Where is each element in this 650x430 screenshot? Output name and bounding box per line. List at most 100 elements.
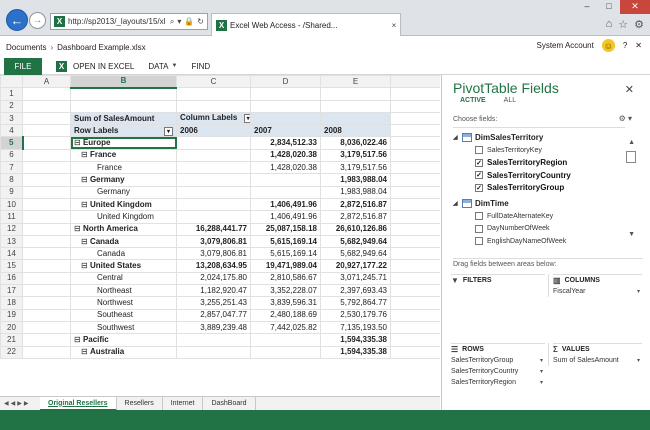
value-cell[interactable]: 1,428,020.38: [250, 148, 321, 163]
collapse-icon[interactable]: ⊟: [74, 224, 83, 233]
cell[interactable]: [390, 87, 440, 101]
field-group[interactable]: ◢ DimSalesTerritory: [453, 131, 625, 144]
refresh-icon[interactable]: ↻: [197, 17, 204, 27]
filters-area[interactable]: ▼ FILTERS: [451, 274, 545, 286]
rows-area[interactable]: ☰ ROWS SalesTerritoryGroup ▾ SalesTerritor…: [451, 343, 545, 388]
value-cell[interactable]: [250, 185, 321, 199]
cell[interactable]: [390, 136, 440, 150]
breadcrumb-documents[interactable]: Documents: [6, 43, 46, 52]
value-cell[interactable]: 1,983,988.04: [320, 173, 391, 187]
maximize-icon[interactable]: □: [598, 0, 620, 14]
value-cell[interactable]: 3,839,596.31: [250, 296, 321, 310]
cell[interactable]: [390, 271, 440, 286]
value-cell[interactable]: 3,255,251.43: [176, 296, 251, 310]
field-group[interactable]: ◢ DimTime: [453, 197, 625, 210]
cell[interactable]: [390, 185, 440, 199]
collapse-icon[interactable]: ⊟: [81, 237, 90, 246]
cell[interactable]: [22, 148, 71, 163]
row-number[interactable]: 7: [0, 161, 23, 175]
field-checkbox[interactable]: [475, 237, 483, 246]
column-header[interactable]: B: [70, 75, 177, 89]
cell[interactable]: [390, 296, 440, 310]
field-item[interactable]: DayNumberOfWeek: [453, 223, 625, 236]
cell[interactable]: [390, 99, 440, 113]
value-cell[interactable]: 3,889,239.48: [176, 320, 251, 335]
value-cell[interactable]: 5,615,169.14: [250, 234, 321, 249]
cell[interactable]: [320, 99, 391, 113]
value-cell[interactable]: 1,594,335.38: [320, 345, 391, 359]
value-cell[interactable]: 3,079,806.81: [176, 247, 251, 261]
field-item[interactable]: ✓ SalesTerritoryCountry: [453, 169, 625, 182]
cell[interactable]: [390, 111, 440, 126]
user-name[interactable]: System Account: [536, 41, 593, 50]
row-number[interactable]: 17: [0, 284, 23, 298]
area-field-item[interactable]: SalesTerritoryGroup ▾: [451, 355, 545, 366]
cell[interactable]: [390, 210, 440, 224]
browser-tab[interactable]: X Excel Web Access - /Shared... ×: [211, 13, 401, 36]
value-cell[interactable]: 2,872,516.87: [320, 210, 391, 224]
cell[interactable]: [390, 284, 440, 298]
pivot-row-label[interactable]: ⊟ Canada: [70, 234, 177, 249]
sheet-tab-resellers[interactable]: Resellers: [117, 396, 163, 411]
cell[interactable]: [22, 271, 71, 286]
sheet-tab-internet[interactable]: Internet: [163, 396, 204, 411]
close-icon[interactable]: ✕: [635, 41, 642, 50]
settings-gear-icon[interactable]: ⚙: [634, 18, 644, 31]
find-button[interactable]: FIND: [191, 62, 210, 71]
value-cell[interactable]: 7,135,193.50: [320, 320, 391, 335]
search-icon[interactable]: ⌕: [170, 17, 174, 27]
row-number[interactable]: 12: [0, 222, 23, 236]
year-header[interactable]: 2007: [250, 124, 321, 138]
scrollbar-thumb[interactable]: [626, 151, 636, 163]
field-checkbox[interactable]: ✓: [475, 158, 483, 167]
value-cell[interactable]: 3,352,228.07: [250, 284, 321, 298]
value-cell[interactable]: [176, 210, 251, 224]
row-number[interactable]: 6: [0, 148, 23, 163]
field-item[interactable]: ✓ SalesTerritoryRegion: [453, 157, 625, 170]
field-item[interactable]: SalesTerritoryKey: [453, 144, 625, 157]
field-checkbox[interactable]: [475, 224, 483, 233]
value-cell[interactable]: [250, 173, 321, 187]
value-cell[interactable]: 1,428,020.38: [250, 161, 321, 175]
cell[interactable]: [22, 124, 71, 138]
cell[interactable]: [22, 99, 71, 113]
pivot-row-label[interactable]: Germany: [70, 185, 177, 199]
cell[interactable]: [390, 124, 440, 138]
pivot-row-label[interactable]: ⊟ Pacific: [70, 333, 177, 347]
cell[interactable]: [390, 161, 440, 175]
chevron-down-icon[interactable]: ▾: [540, 379, 545, 386]
pivot-column-labels[interactable]: Column Labels ▾: [176, 111, 251, 126]
field-checkbox[interactable]: [475, 212, 483, 221]
sheet-tab-original-resellers[interactable]: Original Resellers: [40, 396, 117, 411]
value-cell[interactable]: 26,610,126.86: [320, 222, 391, 236]
value-cell[interactable]: 13,208,634.95: [176, 259, 251, 273]
value-cell[interactable]: [176, 161, 251, 175]
value-cell[interactable]: 1,182,920.47: [176, 284, 251, 298]
value-cell[interactable]: 5,682,949.64: [320, 247, 391, 261]
first-sheet-icon[interactable]: ◀: [4, 400, 9, 407]
column-header[interactable]: D: [250, 75, 321, 89]
row-number[interactable]: 11: [0, 210, 23, 224]
value-cell[interactable]: 2,024,175.80: [176, 271, 251, 286]
row-number[interactable]: 9: [0, 185, 23, 199]
pivot-row-label[interactable]: Canada: [70, 247, 177, 261]
cell[interactable]: [390, 148, 440, 163]
cell[interactable]: [70, 87, 177, 101]
pivot-row-label[interactable]: ⊟ North America: [70, 222, 177, 236]
row-number[interactable]: 13: [0, 234, 23, 249]
address-bar[interactable]: X http://sp2013/_layouts/15/xl ⌕ ▾ 🔒 ↻: [50, 13, 208, 30]
pivot-row-label[interactable]: ⊟ Australia: [70, 345, 177, 359]
cell[interactable]: [22, 234, 71, 249]
expand-triangle-icon[interactable]: ◢: [453, 200, 462, 207]
cell[interactable]: [390, 222, 440, 236]
expand-triangle-icon[interactable]: ◢: [453, 134, 462, 141]
value-cell[interactable]: 5,615,169.14: [250, 247, 321, 261]
field-checkbox[interactable]: ✓: [475, 171, 483, 180]
cell[interactable]: [22, 161, 71, 175]
row-number[interactable]: 2: [0, 99, 23, 113]
column-header-empty[interactable]: [390, 75, 440, 89]
field-item[interactable]: FullDateAlternateKey: [453, 210, 625, 223]
collapse-icon[interactable]: ⊟: [74, 335, 83, 344]
column-header[interactable]: C: [176, 75, 251, 89]
columns-area[interactable]: ▥ COLUMNS FiscalYear ▾: [548, 274, 642, 297]
